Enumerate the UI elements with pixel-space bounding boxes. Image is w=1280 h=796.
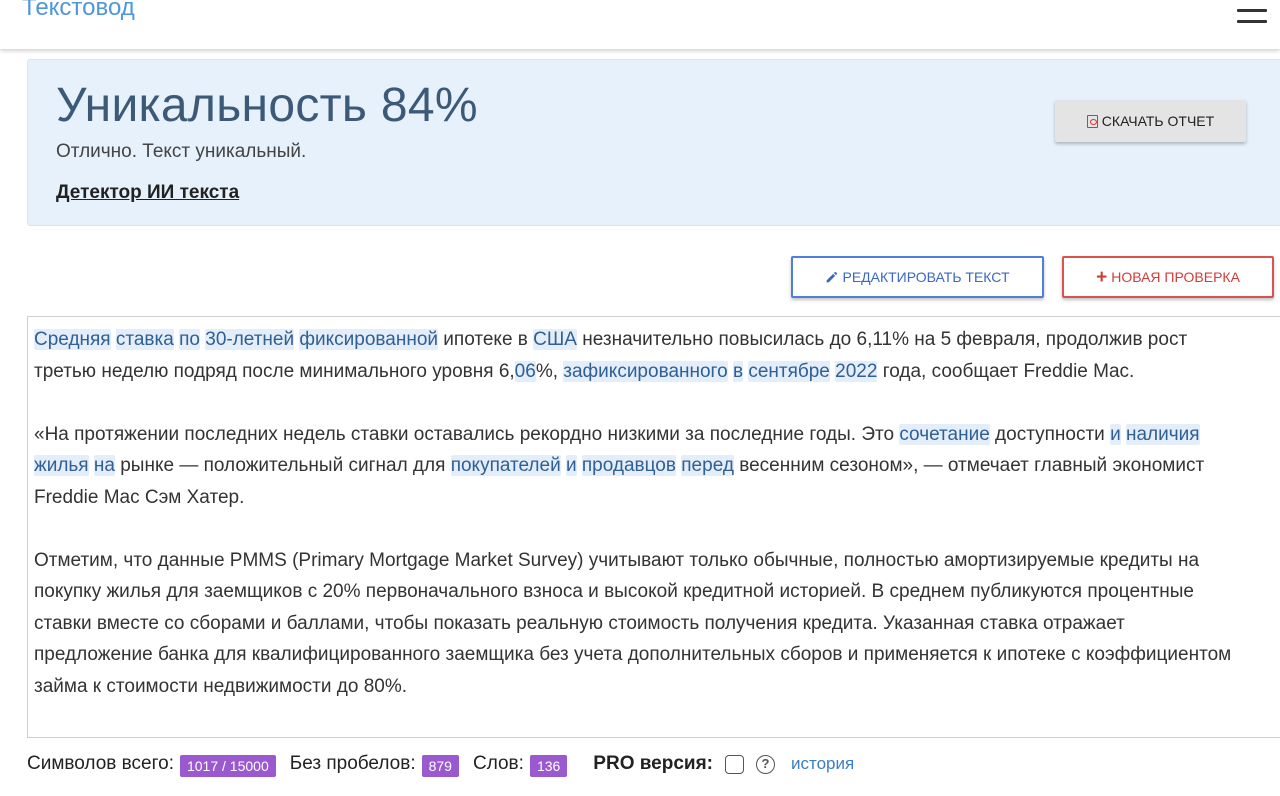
chars-no-spaces-label: Без пробелов: [289, 753, 416, 774]
uniqueness-title: Уникальность 84% [56, 79, 478, 132]
uniqueness-result-panel: Уникальность 84% Отлично. Текст уникальн… [27, 59, 1280, 226]
text-fragment: третью неделю подряд после минимального … [34, 360, 515, 382]
text-line: Freddie Mac Сэм Хатер. [34, 482, 1280, 514]
matched-fragment: в [732, 360, 744, 382]
text-stats-bar: Символов всего: 1017 / 15000 Без пробело… [27, 751, 854, 777]
download-report-button[interactable]: СКАЧАТЬ ОТЧЕТ [1055, 100, 1246, 142]
matched-fragment: сочетание [899, 423, 990, 445]
hamburger-icon[interactable] [1237, 7, 1267, 23]
text-fragment: %, [535, 360, 564, 382]
text-line: Отметим, что данные PMMS (Primary Mortga… [34, 545, 1280, 577]
text-fragment: покупку жилья для заемщиков с 20% первон… [34, 581, 1194, 602]
matched-fragment: 06 [514, 360, 536, 382]
matched-fragment: фиксированной [299, 329, 439, 350]
text-fragment: незначительно повысилась до 6,11% на 5 ф… [576, 329, 1188, 350]
text-line: третью неделю подряд после минимального … [34, 356, 1280, 388]
text-line: «На протяжении последних недель ставки о… [34, 419, 1280, 451]
matched-fragment: зафиксированного [563, 360, 728, 382]
text-fragment: ставки вместе со сборами и баллами, чтоб… [34, 612, 1125, 634]
text-fragment: рынке — положительный сигнал для [114, 455, 451, 476]
chars-no-spaces-badge: 879 [421, 754, 459, 777]
brand-logo[interactable]: Текстовод [22, 0, 135, 22]
pdf-file-icon [1086, 114, 1098, 128]
plus-icon: + [1096, 266, 1108, 288]
top-navbar: Текстовод [0, 0, 1280, 49]
edit-text-button[interactable]: РЕДАКТИРОВАТЬ ТЕКСТ [791, 256, 1044, 298]
new-check-button[interactable]: + НОВАЯ ПРОВЕРКА [1062, 256, 1274, 298]
matched-fragment: на [93, 455, 115, 476]
ai-detector-link[interactable]: Детектор ИИ текста [56, 182, 239, 204]
matched-fragment: 30-летней [205, 329, 295, 350]
text-line: займа к стоимости недвижимости до 80%. [34, 671, 1280, 703]
pencil-icon [827, 271, 838, 282]
matched-fragment: и [565, 455, 577, 476]
matched-fragment: перед [681, 455, 734, 476]
matched-fragment: продавцов [581, 455, 676, 476]
text-line: предложение банка для квалифицированного… [34, 639, 1280, 671]
matched-fragment: Средняя [34, 329, 111, 350]
edit-text-label: РЕДАКТИРОВАТЬ ТЕКСТ [842, 269, 1010, 285]
menu-bar [1237, 9, 1267, 12]
history-link[interactable]: история [791, 754, 854, 774]
text-fragment: Отметим, что данные PMMS (Primary Mortga… [34, 549, 1200, 571]
download-report-label: СКАЧАТЬ ОТЧЕТ [1101, 113, 1215, 129]
text-fragment: займа к стоимости недвижимости до 80%. [34, 675, 408, 697]
text-fragment: года, сообщает Freddie Mac. [877, 360, 1135, 382]
question-circle-icon[interactable]: ? [756, 754, 776, 774]
text-fragment: весенним сезоном», — отмечает главный эк… [733, 455, 1205, 476]
text-line: жилья на рынке — положительный сигнал дл… [34, 450, 1280, 482]
checked-text-content: Средняя ставка по 30-летней фиксированно… [34, 324, 1280, 702]
uniqueness-verdict: Отлично. Текст уникальный. [56, 141, 307, 162]
matched-fragment: США [533, 329, 577, 350]
text-line: покупку жилья для заемщиков с 20% первон… [34, 576, 1280, 608]
matched-fragment: и [1110, 423, 1121, 445]
text-fragment: предложение банка для квалифицированного… [34, 644, 1232, 665]
words-badge: 136 [529, 754, 568, 777]
matched-fragment: ставка [115, 329, 174, 350]
new-check-label: НОВАЯ ПРОВЕРКА [1111, 269, 1240, 285]
chars-total-label: Символов всего: [27, 753, 174, 774]
matched-fragment: по [179, 329, 200, 350]
text-fragment: доступности [989, 423, 1111, 445]
text-fragment: Freddie Mac Сэм Хатер. [34, 486, 245, 508]
text-fragment: «На протяжении последних недель ставки о… [34, 423, 900, 445]
text-line: Средняя ставка по 30-летней фиксированно… [34, 324, 1280, 356]
pro-version-label: PRO версия: [593, 753, 714, 774]
matched-fragment: 2022 [835, 360, 878, 382]
text-fragment: ипотеке в [438, 329, 534, 350]
matched-fragment: сентябре [748, 360, 830, 382]
matched-fragment: покупателей [450, 455, 561, 476]
words-label: Слов: [472, 753, 524, 774]
matched-fragment: наличия [1125, 423, 1200, 445]
matched-fragment: жилья [34, 455, 89, 476]
menu-bar [1237, 20, 1267, 23]
pro-version-checkbox[interactable] [725, 754, 745, 774]
text-line: ставки вместе со сборами и баллами, чтоб… [34, 608, 1280, 640]
checked-text-area[interactable]: Средняя ставка по 30-летней фиксированно… [27, 316, 1280, 738]
chars-total-badge: 1017 / 15000 [179, 754, 276, 777]
